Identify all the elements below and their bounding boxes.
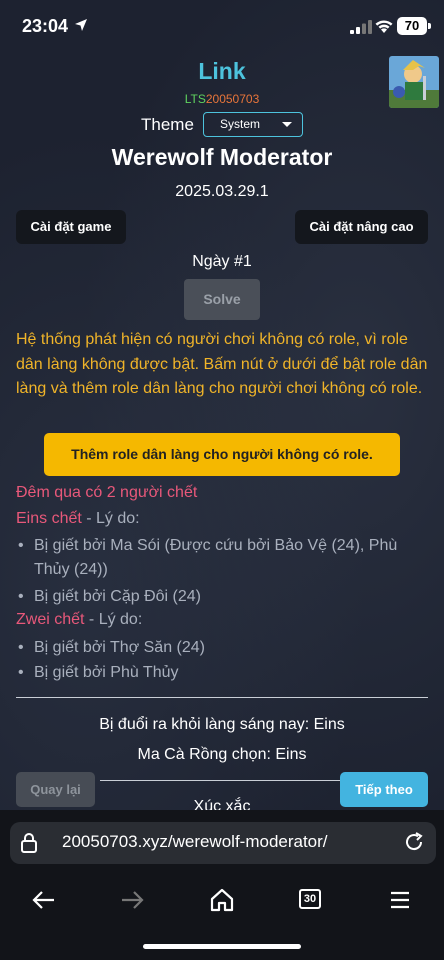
- wifi-icon: [375, 20, 393, 33]
- death-name: Zwei chết: [16, 611, 85, 628]
- list-item: Bị giết bởi Phù Thủy: [16, 661, 428, 685]
- list-item: Bị giết bởi Ma Sói (Được cứu bởi Bảo Vệ …: [16, 534, 428, 582]
- divider: [16, 697, 428, 698]
- solve-button[interactable]: Solve: [184, 279, 260, 320]
- night-summary: Đêm qua có 2 người chết: [16, 484, 198, 501]
- add-villager-role-button[interactable]: Thêm role dân làng cho người không có ro…: [44, 433, 400, 476]
- theme-select-value: System: [220, 117, 261, 131]
- home-icon[interactable]: [202, 880, 242, 920]
- lock-icon: [21, 833, 37, 853]
- browser-nav: 30: [0, 880, 444, 920]
- site-link[interactable]: Link: [0, 58, 444, 85]
- screen: 23:04 70 Link LTS20050703 Theme System W…: [0, 0, 444, 960]
- day-label: Ngày #1: [192, 253, 252, 270]
- lts-number: 20050703: [205, 92, 260, 106]
- status-bar: 23:04 70: [0, 0, 444, 54]
- battery-tip: [428, 23, 431, 29]
- version-label: 2025.03.29.1: [175, 183, 269, 200]
- death-reason-label: - Lý do:: [81, 510, 140, 527]
- chevron-down-icon: [282, 122, 292, 127]
- death-reason-label: - Lý do:: [84, 611, 143, 628]
- avatar[interactable]: [389, 56, 439, 108]
- warning-message: Hệ thống phát hiện có người chơi không c…: [16, 331, 428, 397]
- back-button[interactable]: Quay lại: [16, 772, 95, 807]
- tabs-button[interactable]: 30: [290, 880, 330, 920]
- url-text[interactable]: 20050703.xyz/werewolf-moderator/: [62, 832, 328, 852]
- divider: [100, 780, 340, 781]
- exiled-info: Bị đuổi ra khỏi làng sáng nay: Eins: [99, 716, 345, 733]
- theme-row: Theme System: [0, 112, 444, 138]
- game-settings-button[interactable]: Cài đặt game: [16, 210, 126, 244]
- tabs-count: 30: [299, 889, 321, 909]
- location-arrow-icon: [75, 19, 87, 31]
- reload-icon[interactable]: [403, 831, 425, 853]
- list-item: Bị giết bởi Cặp Đôi (24): [16, 585, 428, 609]
- cellular-signal-icon: [350, 20, 372, 34]
- home-indicator: [143, 944, 301, 949]
- page-title: Werewolf Moderator: [111, 144, 333, 170]
- death-name: Eins chết: [16, 510, 82, 527]
- lts-label: LTS20050703: [0, 92, 444, 106]
- death-entry-eins: Eins chết - Lý do:: [16, 510, 140, 528]
- theme-label: Theme: [141, 115, 194, 134]
- back-arrow-icon[interactable]: [24, 880, 64, 920]
- next-button[interactable]: Tiếp theo: [340, 772, 428, 807]
- vampire-choice: Ma Cà Rồng chọn: Eins: [137, 746, 307, 763]
- battery-indicator: 70: [397, 17, 427, 35]
- advanced-settings-button[interactable]: Cài đặt nâng cao: [295, 210, 428, 244]
- lts-prefix: LTS: [184, 92, 206, 106]
- death-entry-zwei: Zwei chết - Lý do:: [16, 611, 142, 629]
- menu-icon[interactable]: [380, 880, 420, 920]
- status-time: 23:04: [22, 16, 69, 36]
- theme-select[interactable]: System: [203, 112, 303, 137]
- forward-arrow-icon[interactable]: [112, 880, 152, 920]
- list-item: Bị giết bởi Thợ Săn (24): [16, 636, 428, 660]
